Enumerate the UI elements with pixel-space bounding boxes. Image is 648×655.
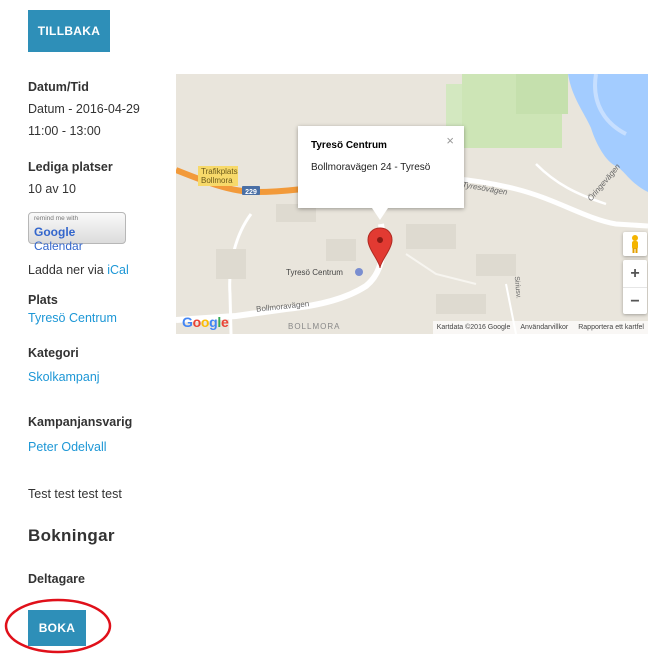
datetime-label: Datum/Tid: [28, 80, 89, 94]
info-window-title: Tyresö Centrum: [311, 140, 387, 151]
map-pin-icon: [367, 227, 393, 269]
map-info-window: Tyresö Centrum Bollmoravägen 24 - Tyresö…: [298, 126, 464, 220]
highlight-circle: [4, 598, 112, 654]
ical-prefix: Ladda ner via: [28, 263, 108, 277]
zoom-in-button[interactable]: +: [623, 260, 647, 288]
bookings-heading: Bokningar: [28, 526, 115, 545]
seats-value: 10 av 10: [28, 182, 76, 196]
logo-letter: G: [182, 314, 193, 330]
seats-label: Lediga platser: [28, 160, 113, 174]
zoom-out-button[interactable]: −: [623, 288, 647, 315]
back-button[interactable]: TILLBAKA: [28, 10, 110, 52]
logo-letter: o: [192, 314, 202, 330]
ical-line: Ladda ner via iCal: [28, 263, 129, 277]
map-attribution: Kartdata ©2016 Google Användarvillkor Ra…: [432, 321, 648, 334]
responsible-link[interactable]: Peter Odelvall: [28, 440, 107, 454]
date-value: Datum - 2016-04-29: [28, 102, 140, 116]
gcal-calendar-text: Calendar: [34, 239, 83, 253]
ical-link[interactable]: iCal: [107, 263, 129, 277]
map-report-link[interactable]: Rapportera ett kartfel: [578, 324, 644, 331]
gcal-brand: Google Calendar: [34, 225, 125, 253]
info-window-address: Bollmoravägen 24 - Tyresö: [311, 162, 431, 173]
logo-letter: o: [200, 314, 210, 330]
map-embed[interactable]: 229 Trafikplats Bollmora Tyresövägen Öri…: [176, 74, 648, 334]
map-data-credit: Kartdata ©2016 Google: [436, 324, 511, 331]
category-link[interactable]: Skolkampanj: [28, 370, 100, 384]
map-label-centrum: Tyresö Centrum: [286, 268, 343, 277]
close-icon[interactable]: ×: [446, 133, 454, 148]
map-label-bollmora: Bollmora: [201, 176, 233, 185]
time-value: 11:00 - 13:00: [28, 124, 101, 138]
gcal-small-text: remind me with: [34, 215, 79, 222]
street-view-pegman-icon[interactable]: [623, 232, 647, 256]
gcal-google-text: Google: [34, 225, 76, 239]
zoom-control: + −: [623, 260, 647, 314]
category-label: Kategori: [28, 346, 79, 360]
route-sign-text: 229: [245, 189, 257, 196]
map-terms-link[interactable]: Användarvillkor: [520, 324, 568, 331]
google-logo[interactable]: Google: [182, 314, 229, 330]
place-label: Plats: [28, 293, 58, 307]
map-label-trafikplats: Trafikplats: [201, 167, 238, 176]
participants-label: Deltagare: [28, 572, 85, 586]
google-calendar-button[interactable]: remind me with Google Calendar: [28, 212, 126, 253]
responsible-label: Kampanjansvarig: [28, 415, 133, 429]
place-link[interactable]: Tyresö Centrum: [28, 311, 117, 325]
info-window-tail: [372, 208, 388, 220]
map-label-bollmora-area: BOLLMORA: [288, 322, 341, 331]
logo-letter: e: [220, 314, 229, 330]
description-text: Test test test test: [28, 487, 122, 501]
